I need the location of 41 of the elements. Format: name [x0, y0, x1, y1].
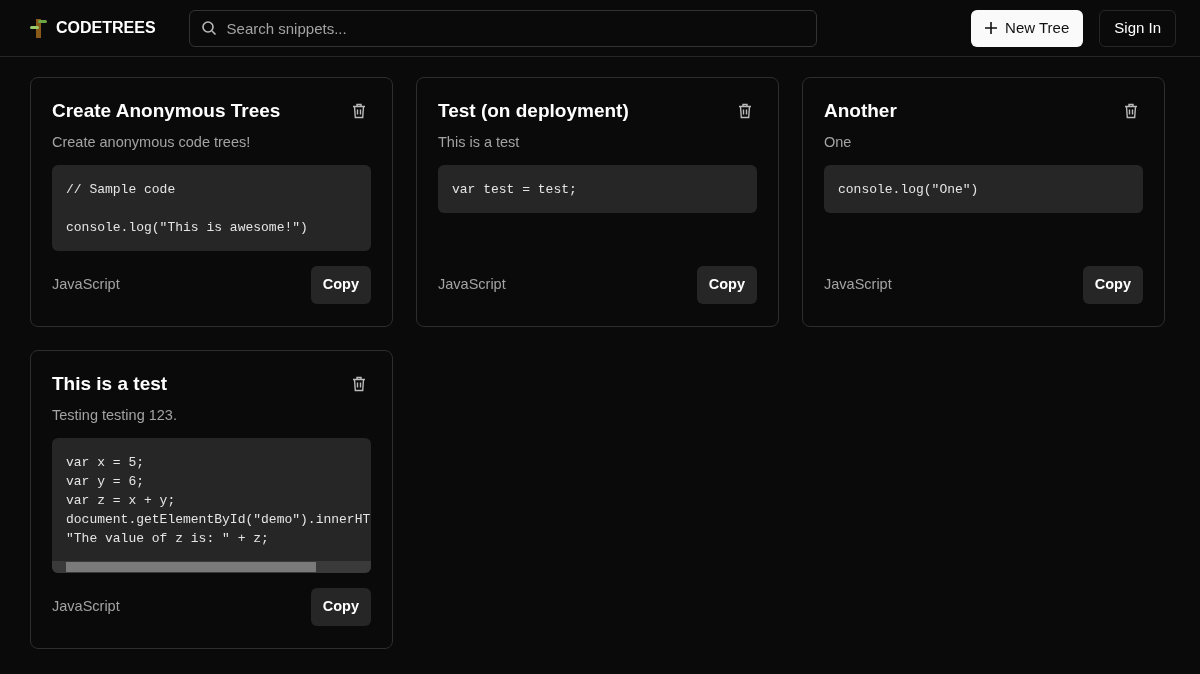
- snippet-description: This is a test: [438, 133, 521, 151]
- delete-button[interactable]: [1124, 103, 1138, 119]
- copy-button[interactable]: Copy: [1082, 266, 1143, 304]
- code-line: console.log("One"): [838, 181, 979, 199]
- logo-icon: [28, 17, 50, 39]
- plus-icon: [985, 22, 998, 34]
- language-label: JavaScript: [52, 596, 120, 616]
- snippet-description: Testing testing 123.: [52, 405, 178, 424]
- code-line: console.log("This is awesome!"): [66, 219, 308, 237]
- copy-button[interactable]: Copy: [310, 587, 371, 626]
- trash-icon: [1124, 103, 1138, 119]
- code-line: document.getElementById("demo").innerHT: [66, 510, 371, 529]
- trash-icon: [352, 103, 366, 119]
- snippet-title: Another: [824, 100, 897, 122]
- delete-button[interactable]: [352, 103, 366, 119]
- trash-icon: [352, 375, 366, 392]
- code-line: var x = 5;: [66, 453, 144, 472]
- language-label: JavaScript: [438, 275, 506, 294]
- delete-button[interactable]: [352, 375, 366, 392]
- new-tree-button[interactable]: New Tree: [971, 9, 1084, 47]
- search-field[interactable]: Search snippets...: [188, 9, 817, 47]
- snippet-description: One: [824, 133, 853, 151]
- trash-icon: [738, 103, 752, 119]
- snippet-description: Create anonymous code trees!: [52, 133, 252, 151]
- language-label: JavaScript: [52, 275, 120, 294]
- snippet-title: Create Anonymous Trees: [52, 100, 281, 122]
- search-icon: [200, 19, 217, 36]
- delete-button[interactable]: [738, 103, 752, 119]
- snippet-title: Test (on deployment): [438, 100, 629, 122]
- code-line: var z = x + y;: [66, 491, 176, 510]
- language-label: JavaScript: [824, 275, 892, 294]
- code-line: var test = test;: [452, 181, 577, 199]
- scrollbar[interactable]: [52, 560, 371, 573]
- snippet-title: This is a test: [52, 372, 168, 395]
- copy-button[interactable]: Copy: [696, 266, 757, 304]
- code-line: // Sample code: [66, 181, 176, 199]
- brand-name: CODETREES: [56, 18, 156, 38]
- code-line: var y = 6;: [66, 472, 144, 491]
- code-line: "The value of z is: " + z;: [66, 529, 269, 548]
- copy-button[interactable]: Copy: [310, 266, 371, 304]
- sign-in-button[interactable]: Sign In: [1099, 9, 1176, 47]
